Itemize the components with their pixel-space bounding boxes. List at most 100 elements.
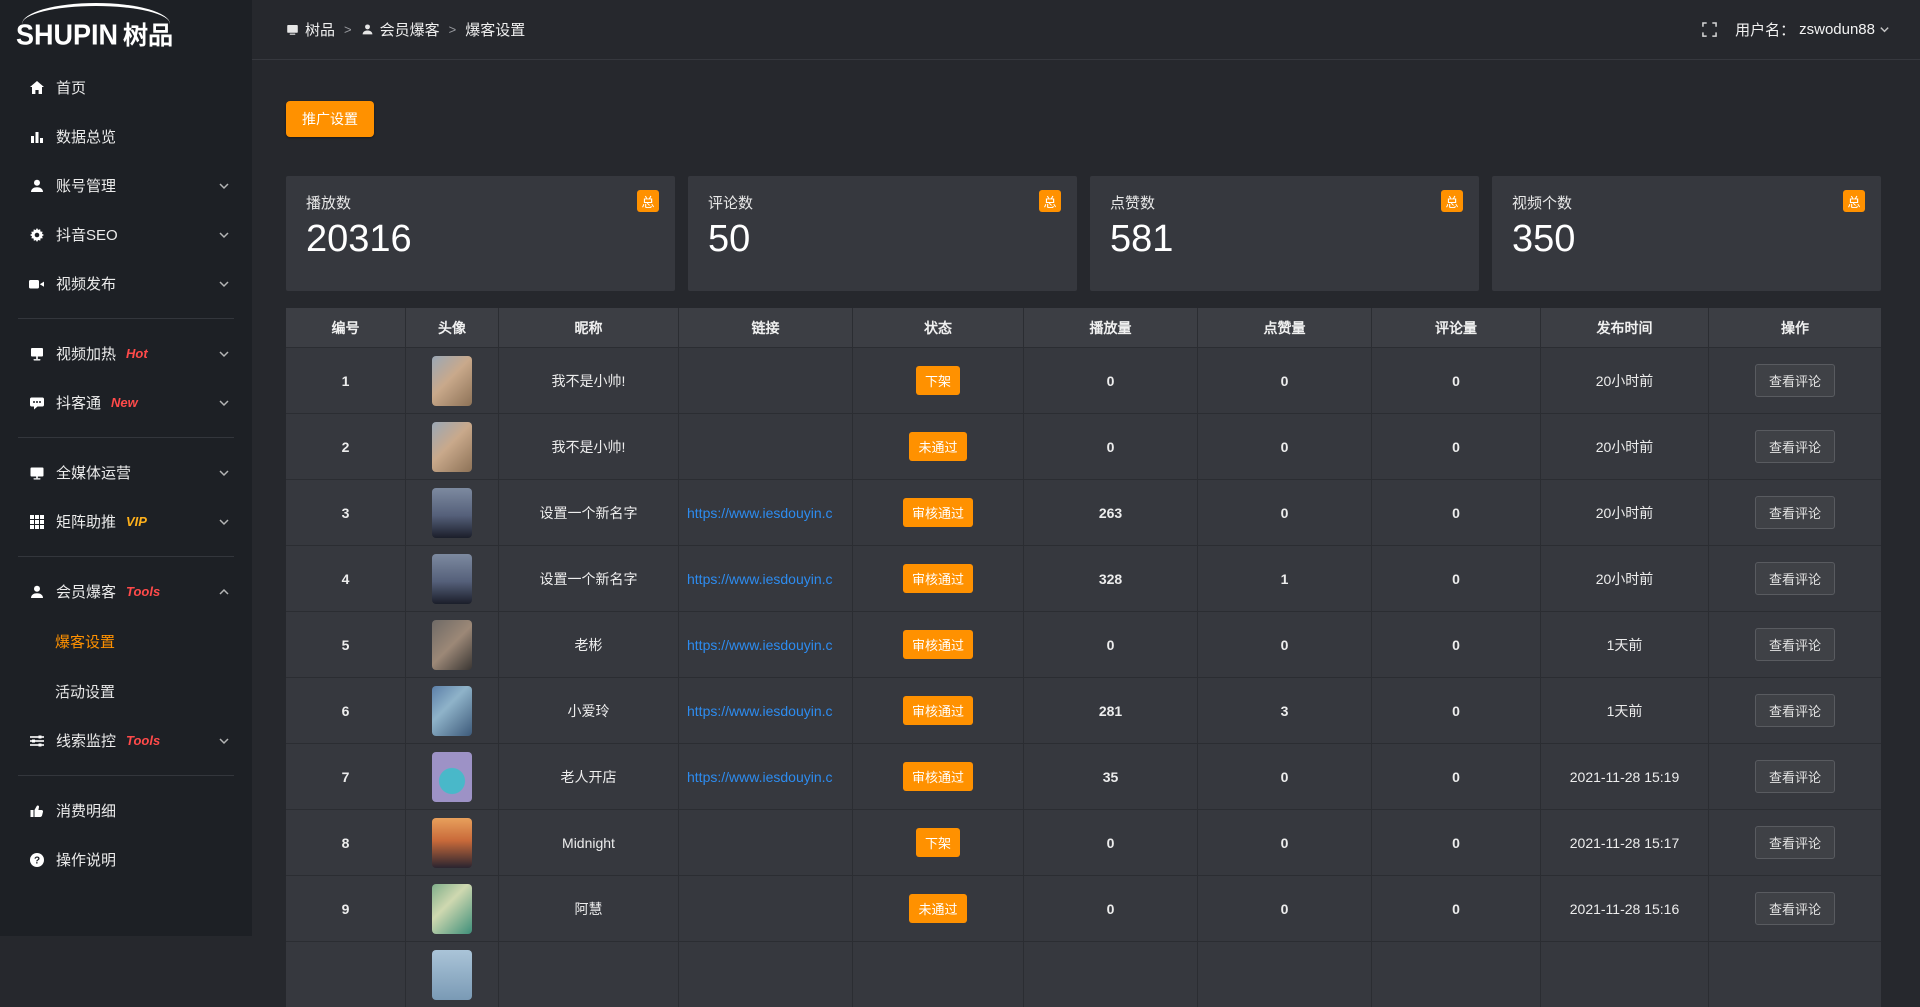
video-link[interactable]: https://www.iesdouyin.c [687,505,833,521]
sidebar-item-label: 数据总览 [56,126,116,147]
sidebar-item-douketong[interactable]: 抖客通New [0,378,252,427]
view-comments-button[interactable]: 查看评论 [1755,826,1835,859]
cell-id: 7 [286,744,406,809]
breadcrumb-separator: > [449,22,457,37]
table-row: 5老彬https://www.iesdouyin.c审核通过0001天前查看评论 [286,611,1881,677]
cell-nickname: 老人开店 [499,744,679,809]
cell-nickname: 老彬 [499,612,679,677]
video-link[interactable]: https://www.iesdouyin.c [687,703,833,719]
topbar: 树品 > 会员爆客 > 爆客设置 用户名：zswodun88 [252,0,1920,60]
stat-label: 播放数 [306,192,655,213]
cell-publish-time: 1天前 [1541,678,1709,743]
table-body: 1我不是小帅!下架00020小时前查看评论2我不是小帅!未通过00020小时前查… [286,347,1881,1007]
view-comments-button[interactable]: 查看评论 [1755,760,1835,793]
column-header: 发布时间 [1541,308,1709,347]
sidebar-subitem-baoke-settings[interactable]: 爆客设置 [0,616,252,666]
fullscreen-icon[interactable] [1702,22,1717,37]
stat-label: 点赞数 [1110,192,1459,213]
cell-avatar [406,678,499,743]
cell-actions [1709,942,1881,1007]
sidebar-subitem-activity-settings[interactable]: 活动设置 [0,666,252,716]
view-comments-button[interactable]: 查看评论 [1755,364,1835,397]
column-header: 点赞量 [1198,308,1372,347]
cell-comments: 0 [1372,612,1541,677]
cell-status: 审核通过 [853,546,1024,611]
sidebar-item-label: 视频加热 [56,343,116,364]
sidebar-item-all-media[interactable]: 全媒体运营 [0,448,252,497]
video-link[interactable]: https://www.iesdouyin.c [687,637,833,653]
avatar [432,752,472,802]
cell-publish-time: 2021-11-28 15:17 [1541,810,1709,875]
main-area: 树品 > 会员爆客 > 爆客设置 用户名：zswodun88 推广设置 播放数20316… [252,0,1920,936]
view-comments-button[interactable]: 查看评论 [1755,562,1835,595]
sidebar-item-help[interactable]: ?操作说明 [0,835,252,884]
sidebar-item-consume-detail[interactable]: 消费明细 [0,786,252,835]
cell-actions: 查看评论 [1709,480,1881,545]
cell-plays: 0 [1024,612,1198,677]
cell-comments: 0 [1372,876,1541,941]
promo-settings-button[interactable]: 推广设置 [286,101,374,137]
sidebar-item-label: 操作说明 [56,849,116,870]
cell-comments: 0 [1372,678,1541,743]
cell-likes: 0 [1198,348,1372,413]
view-comments-button[interactable]: 查看评论 [1755,694,1835,727]
cell-likes: 0 [1198,414,1372,479]
cell-actions: 查看评论 [1709,876,1881,941]
sidebar-item-video-heat[interactable]: 视频加热Hot [0,329,252,378]
cell-plays: 0 [1024,348,1198,413]
cell-actions: 查看评论 [1709,744,1881,809]
cell-plays [1024,942,1198,1007]
cell-plays: 0 [1024,810,1198,875]
video-link[interactable]: https://www.iesdouyin.c [687,769,833,785]
view-comments-button[interactable]: 查看评论 [1755,496,1835,529]
sidebar-divider [18,318,234,319]
user-icon [28,177,45,194]
stat-card-1: 评论数50总 [688,176,1077,291]
cell-likes: 0 [1198,612,1372,677]
breadcrumb-label: 树品 [305,19,335,40]
user-menu[interactable]: 用户名：zswodun88 [1735,19,1890,40]
breadcrumb-item-shupin[interactable]: 树品 [286,19,335,40]
user-small-icon [361,23,374,36]
column-header: 状态 [853,308,1024,347]
cell-link: https://www.iesdouyin.c [679,546,853,611]
cell-likes: 0 [1198,480,1372,545]
chevron-down-icon [1879,24,1890,35]
cell-publish-time: 2021-11-28 15:16 [1541,876,1709,941]
breadcrumb-label: 爆客设置 [465,19,525,40]
cell-nickname: 我不是小帅! [499,348,679,413]
stat-value: 350 [1512,218,1861,261]
sidebar-item-video-publish[interactable]: 视频发布 [0,259,252,308]
sidebar-item-clue-monitor[interactable]: 线索监控Tools [0,716,252,765]
cell-publish-time [1541,942,1709,1007]
video-link[interactable]: https://www.iesdouyin.c [687,571,833,587]
status-badge: 审核通过 [903,630,973,659]
table-row: 8Midnight下架0002021-11-28 15:17查看评论 [286,809,1881,875]
chevron-down-icon [218,397,230,409]
status-badge: 未通过 [909,894,966,923]
breadcrumb-item-member-baoke[interactable]: 会员爆客 [361,19,440,40]
breadcrumb-item-baoke-settings[interactable]: 爆客设置 [465,19,525,40]
sidebar-item-douyin-seo[interactable]: 抖音SEO [0,210,252,259]
grid-icon [28,513,45,530]
sidebar-item-data-overview[interactable]: 数据总览 [0,112,252,161]
view-comments-button[interactable]: 查看评论 [1755,628,1835,661]
sidebar-item-account[interactable]: 账号管理 [0,161,252,210]
breadcrumb-separator: > [344,22,352,37]
cell-status: 审核通过 [853,744,1024,809]
cell-id [286,942,406,1007]
chat-icon [28,394,45,411]
view-comments-button[interactable]: 查看评论 [1755,892,1835,925]
sidebar-item-matrix-boost[interactable]: 矩阵助推VIP [0,497,252,546]
view-comments-button[interactable]: 查看评论 [1755,430,1835,463]
cell-nickname: 设置一个新名字 [499,480,679,545]
cell-avatar [406,810,499,875]
stat-card-2: 点赞数581总 [1090,176,1479,291]
avatar [432,818,472,868]
cell-likes: 0 [1198,810,1372,875]
sidebar-item-member-baoke[interactable]: 会员爆客Tools [0,567,252,616]
stat-card-0: 播放数20316总 [286,176,675,291]
chevron-up-icon [218,586,230,598]
sidebar-item-home[interactable]: 首页 [0,63,252,112]
column-header: 评论量 [1372,308,1541,347]
